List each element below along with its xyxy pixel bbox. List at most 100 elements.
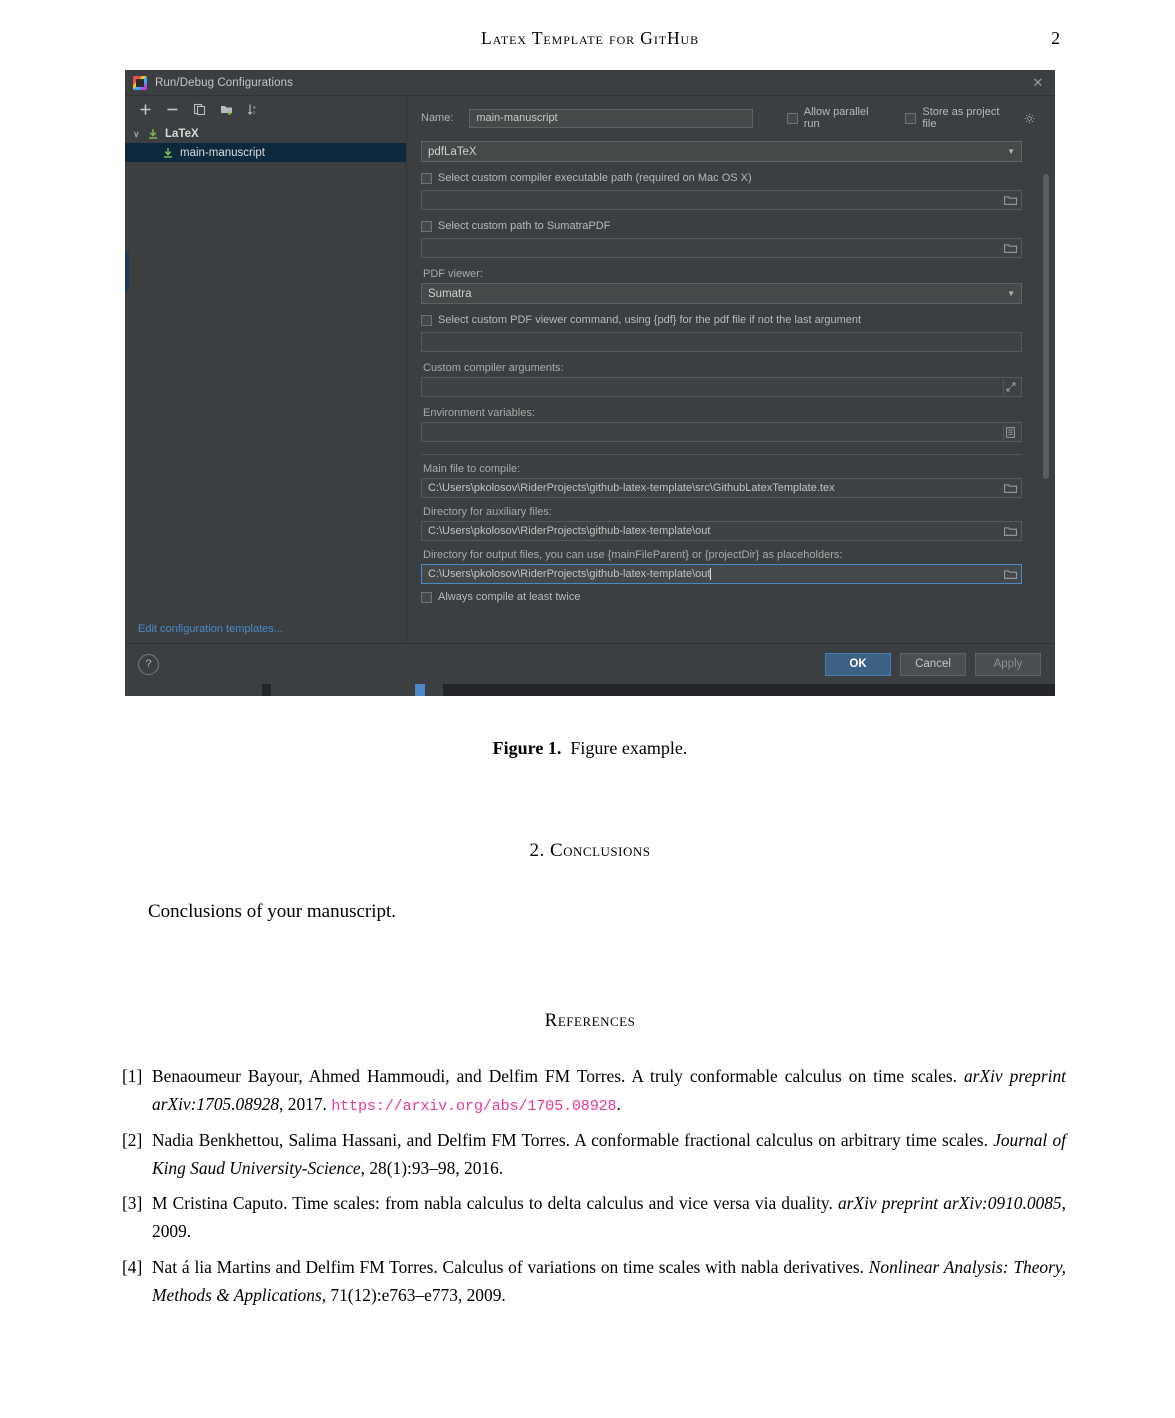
checkbox-box[interactable] [421, 172, 432, 184]
custom-compiler-path-input[interactable] [421, 190, 1022, 210]
auxiliary-dir-input[interactable]: C:\Users\pkolosov\RiderProjects\github-l… [421, 521, 1022, 541]
page-header: Latex Template for GitHub 2 [120, 28, 1060, 49]
reference-number: [3] [122, 1193, 143, 1214]
custom-compiler-path-label: Select custom compiler executable path (… [438, 172, 752, 184]
checkbox-box[interactable] [421, 591, 432, 603]
help-icon[interactable]: ? [138, 653, 159, 675]
always-compile-twice-label: Always compile at least twice [438, 591, 581, 603]
references-heading: References [544, 1010, 636, 1031]
main-file-value: C:\Users\pkolosov\RiderProjects\github-l… [428, 482, 835, 494]
always-compile-twice-checkbox[interactable]: Always compile at least twice [421, 591, 1035, 603]
store-as-project-file-label: Store as project file [922, 106, 1000, 130]
ok-button[interactable]: OK [825, 652, 891, 676]
references-list: [1] Benaoumeur Bayour, Ahmed Hammoudi, an… [122, 1062, 1066, 1316]
reference-authors-title: Benaoumeur Bayour, Ahmed Hammoudi, and D… [152, 1066, 964, 1086]
dialog-footer: ? OK Cancel Apply [125, 643, 1055, 684]
close-icon[interactable]: ✕ [1021, 70, 1055, 95]
custom-sumatra-path-input[interactable] [421, 238, 1022, 258]
reference-item: [1] Benaoumeur Bayour, Ahmed Hammoudi, an… [122, 1062, 1066, 1119]
configurations-tree: ∨ LaTeX main-manuscript [125, 122, 406, 615]
environment-variables-label: Environment variables: [423, 407, 535, 419]
reference-venue: arXiv preprint arXiv:0910.0085 [837, 1193, 1062, 1214]
folder-browse-icon[interactable] [1004, 483, 1017, 494]
custom-compiler-path-checkbox[interactable]: Select custom compiler executable path (… [421, 172, 1035, 184]
reference-number: [1] [122, 1066, 143, 1086]
figure-image: Run/Debug Configurations ✕ a z ∨ LaTeX m… [125, 70, 1055, 706]
section-divider [421, 454, 1022, 455]
settings-scroll-area: Name: main-manuscript Allow parallel run… [407, 96, 1055, 643]
svg-text:a: a [253, 104, 256, 109]
configurations-toolbar: az [125, 96, 406, 122]
environment-variables-input[interactable] [421, 422, 1022, 442]
jetbrains-logo-icon [133, 75, 147, 90]
output-dir-label: Directory for output files, you can use … [423, 549, 843, 561]
reference-authors-title: M Cristina Caputo. Time scales: from nab… [152, 1193, 838, 1214]
chevron-down-icon[interactable]: ∨ [133, 129, 146, 140]
custom-pdf-command-checkbox[interactable]: Select custom PDF viewer command, using … [421, 314, 1035, 326]
reference-trailing: . [616, 1094, 621, 1115]
reference-text: M Cristina Caputo. Time scales: from nab… [152, 1189, 1066, 1245]
ide-marker [415, 684, 425, 696]
name-input[interactable]: main-manuscript [469, 108, 753, 128]
figure-label: Figure 1. [492, 738, 562, 758]
name-label: Name: [421, 112, 454, 124]
vertical-scrollbar[interactable] [1043, 174, 1049, 479]
chevron-down-icon[interactable]: ▼ [1007, 147, 1015, 156]
apply-button[interactable]: Apply [975, 652, 1041, 676]
conclusions-paragraph: Conclusions of your manuscript. [148, 901, 397, 922]
pdf-viewer-select[interactable]: Sumatra ▼ [421, 283, 1022, 304]
latex-icon [161, 146, 175, 160]
edit-list-icon[interactable] [1003, 424, 1017, 440]
new-folder-icon[interactable] [219, 102, 234, 117]
remove-icon[interactable] [165, 102, 180, 117]
output-dir-value-wrap: C:\Users\pkolosov\RiderProjects\github-l… [428, 567, 712, 581]
reference-details: , 71(12):e763–e773, 2009. [321, 1284, 506, 1305]
compiler-select[interactable]: pdfLaTeX ▼ [421, 141, 1022, 162]
chevron-down-icon[interactable]: ▼ [1007, 289, 1015, 298]
ide-background-strip [125, 684, 1055, 706]
tree-group-latex[interactable]: ∨ LaTeX [125, 125, 406, 143]
ide-tab [125, 684, 262, 696]
reference-url-link[interactable]: https://arxiv.org/abs/1705.08928 [331, 1097, 616, 1115]
store-as-project-file-checkbox[interactable]: Store as project file [905, 106, 1035, 130]
main-file-input[interactable]: C:\Users\pkolosov\RiderProjects\github-l… [421, 478, 1022, 498]
dialog-title: Run/Debug Configurations [155, 76, 293, 89]
folder-browse-icon[interactable] [1004, 569, 1017, 580]
checkbox-box[interactable] [421, 220, 432, 232]
edit-configuration-templates-link[interactable]: Edit configuration templates... [138, 623, 283, 635]
custom-sumatra-path-checkbox[interactable]: Select custom path to SumatraPDF [421, 220, 1035, 232]
reference-text: Benaoumeur Bayour, Ahmed Hammoudi, and D… [152, 1062, 1066, 1119]
reference-authors-title: Nadia Benkhettou, Salima Hassani, and De… [152, 1129, 994, 1150]
checkbox-box[interactable] [905, 112, 917, 124]
custom-compiler-arguments-label: Custom compiler arguments: [423, 362, 564, 374]
tree-item-main-manuscript[interactable]: main-manuscript [125, 143, 406, 162]
custom-pdf-command-input[interactable] [421, 332, 1022, 352]
pdf-viewer-select-value: Sumatra [428, 287, 472, 300]
allow-parallel-run-checkbox[interactable]: Allow parallel run [786, 106, 884, 130]
latex-icon [146, 127, 160, 141]
auxiliary-dir-label: Directory for auxiliary files: [423, 506, 552, 518]
running-title: Latex Template for GitHub [481, 28, 699, 48]
conclusions-heading: 2. Conclusions [529, 840, 651, 861]
checkbox-box[interactable] [421, 314, 432, 326]
page-number: 2 [1051, 28, 1060, 48]
reference-item: [4] Nat á lia Martins and Delfim FM Torre… [122, 1253, 1066, 1309]
reference-text: Nat á lia Martins and Delfim FM Torres. … [152, 1253, 1066, 1309]
custom-compiler-arguments-input[interactable] [421, 377, 1022, 397]
dialog-body: az ∨ LaTeX main-manuscript Edit configur… [125, 96, 1055, 643]
reference-number: [4] [122, 1256, 143, 1277]
reference-number: [2] [122, 1129, 143, 1150]
folder-browse-icon[interactable] [1004, 243, 1017, 254]
folder-browse-icon[interactable] [1004, 526, 1017, 537]
cancel-button[interactable]: Cancel [900, 652, 966, 676]
output-dir-input[interactable]: C:\Users\pkolosov\RiderProjects\github-l… [421, 564, 1022, 584]
sort-icon[interactable]: az [246, 102, 261, 117]
gear-icon[interactable] [1024, 113, 1035, 124]
checkbox-box[interactable] [786, 112, 798, 124]
name-row: Name: main-manuscript Allow parallel run… [421, 106, 1035, 130]
output-dir-value: C:\Users\pkolosov\RiderProjects\github-l… [428, 567, 711, 580]
expand-icon[interactable] [1003, 379, 1017, 395]
folder-browse-icon[interactable] [1004, 195, 1017, 206]
copy-icon[interactable] [192, 102, 207, 117]
add-icon[interactable] [138, 102, 153, 117]
